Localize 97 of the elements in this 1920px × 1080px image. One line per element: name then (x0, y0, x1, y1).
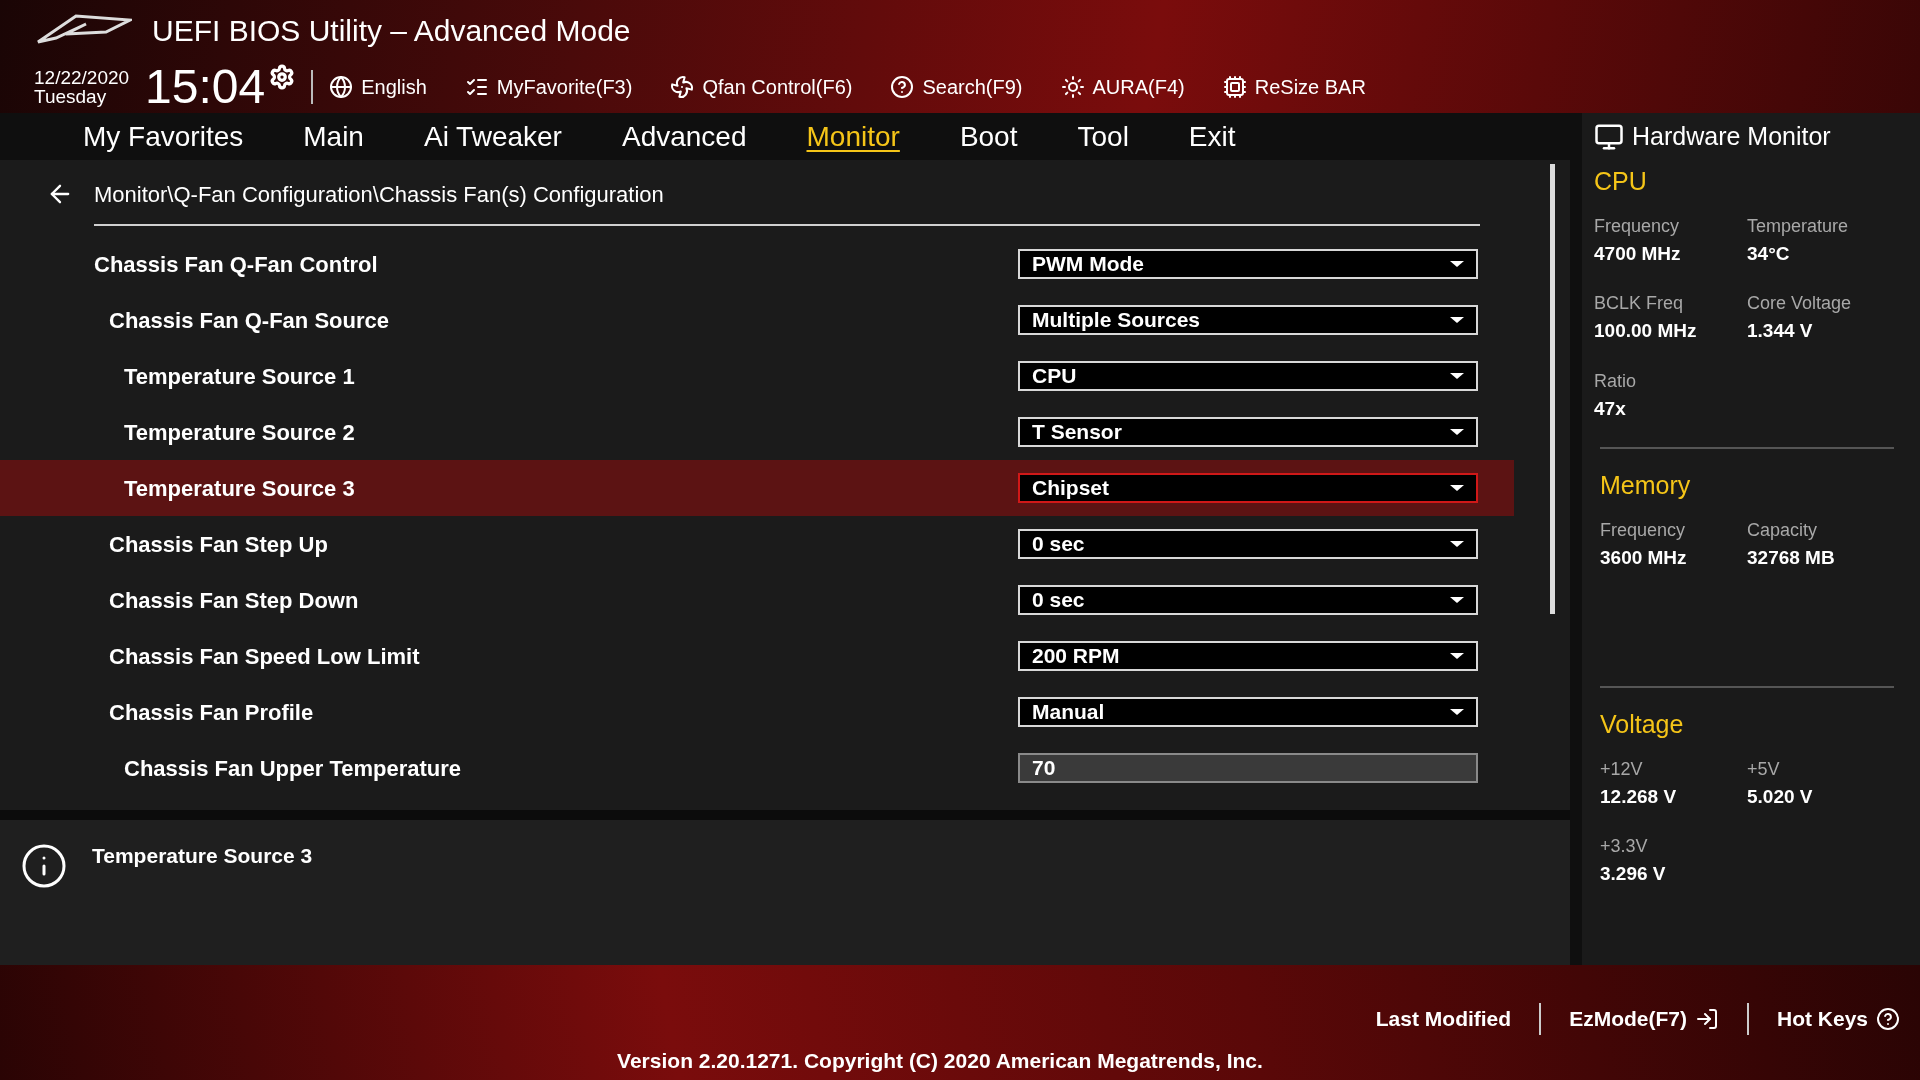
setting-label: Temperature Source 1 (124, 362, 355, 391)
menu-tab[interactable]: Exit (1188, 115, 1236, 158)
setting-label: Temperature Source 3 (124, 474, 355, 503)
menu-tab[interactable]: Ai Tweaker (423, 115, 562, 158)
dropdown[interactable]: 200 RPM (1018, 641, 1478, 671)
metric-value: 12.268 V (1600, 784, 1678, 809)
panel-title: Hardware Monitor (1632, 121, 1831, 153)
caret-icon (1450, 373, 1464, 379)
footer-button[interactable]: EzMode(F7) (1569, 1003, 1719, 1035)
section-title: Voltage (1600, 709, 1685, 740)
globe-icon (329, 74, 354, 99)
metric-label: Capacity (1747, 518, 1819, 542)
setting-row[interactable]: Chassis Fan Speed Low Limit 200 RPM (0, 628, 1514, 684)
caret-icon (1450, 653, 1464, 659)
metric-label: Ratio (1594, 369, 1638, 393)
setting-row[interactable]: Chassis Fan Step Down 0 sec (0, 572, 1514, 628)
metric-label: Frequency (1600, 518, 1687, 542)
menu-tab[interactable]: Advanced (621, 115, 747, 158)
setting-label: Chassis Fan Speed Low Limit (109, 642, 420, 671)
metric-value: 1.344 V (1747, 319, 1814, 343)
metric-value: 5.020 V (1747, 784, 1814, 809)
light-icon (1060, 74, 1085, 99)
setting-row[interactable]: Chassis Fan Q-Fan Control PWM Mode (0, 236, 1514, 292)
setting-label: Chassis Fan Q-Fan Source (109, 306, 389, 335)
footer-button[interactable]: Last Modified (1375, 1003, 1512, 1035)
setting-row[interactable]: Chassis Fan Q-Fan Source Multiple Sources (0, 292, 1514, 348)
metric-value: 34°C (1747, 241, 1791, 266)
metric-value: 3600 MHz (1600, 545, 1688, 570)
scrollbar[interactable] (1550, 164, 1555, 614)
dropdown[interactable]: T Sensor (1018, 417, 1478, 447)
setting-row[interactable]: Temperature Source 3 Chipset (0, 460, 1514, 516)
dropdown[interactable]: CPU (1018, 361, 1478, 391)
metric-value: 4700 MHz (1594, 241, 1682, 266)
info-icon (20, 842, 68, 890)
dropdown[interactable]: Manual (1018, 697, 1478, 727)
metric-label: +12V (1600, 757, 1644, 781)
help-icon (1876, 1007, 1900, 1031)
metric-label: +5V (1747, 757, 1781, 781)
input-field[interactable]: 70 (1018, 753, 1478, 783)
breadcrumb: Monitor\Q-Fan Configuration\Chassis Fan(s) Configuration (94, 180, 664, 209)
menu-tab[interactable]: Main (303, 115, 364, 158)
section-title: CPU (1594, 166, 1648, 197)
clock-time: 15:04 (145, 62, 266, 111)
footer-button[interactable]: Hot Keys (1776, 1003, 1900, 1035)
setting-label: Chassis Fan Upper Temperature (124, 754, 462, 783)
toolbar-button[interactable]: ReSize BAR (1222, 71, 1366, 102)
menu-tab[interactable]: Tool (1077, 115, 1129, 158)
menu-tab[interactable]: Boot (959, 115, 1018, 158)
metric-value: 100.00 MHz (1594, 319, 1698, 343)
caret-icon (1450, 485, 1464, 491)
setting-row[interactable]: Chassis Fan Step Up 0 sec (0, 516, 1514, 572)
setting-row[interactable]: Chassis Fan Upper Temperature 70 (0, 740, 1514, 796)
weekday: Tuesday (34, 86, 108, 106)
help-text: Temperature Source 3 (92, 843, 313, 869)
menu-tab[interactable]: My Favorites (83, 115, 244, 158)
caret-icon (1450, 261, 1464, 267)
version-text: Version 2.20.1271. Copyright (C) 2020 American Megatrends, Inc. (617, 1048, 1263, 1074)
fan-icon (670, 74, 695, 99)
exit-icon (1694, 1007, 1719, 1031)
setting-label: Chassis Fan Step Up (109, 530, 328, 559)
caret-icon (1450, 429, 1464, 435)
setting-row[interactable]: Chassis Fan Profile Manual (0, 684, 1514, 740)
section-title: Memory (1600, 470, 1692, 501)
setting-label: Chassis Fan Profile (109, 698, 314, 727)
monitor-icon (1594, 122, 1624, 152)
metric-label: Core Voltage (1747, 292, 1853, 315)
dropdown[interactable]: PWM Mode (1018, 249, 1478, 279)
setting-label: Chassis Fan Q-Fan Control (94, 250, 378, 279)
toolbar-button[interactable]: MyFavorite(F3) (464, 71, 633, 102)
dropdown[interactable]: Multiple Sources (1018, 305, 1478, 335)
dropdown[interactable]: 0 sec (1018, 529, 1478, 559)
chip-icon (1222, 74, 1247, 99)
metric-value: 32768 MB (1747, 545, 1836, 570)
caret-icon (1450, 709, 1464, 715)
caret-icon (1450, 597, 1464, 603)
dropdown[interactable]: 0 sec (1018, 585, 1478, 615)
setting-row[interactable]: Temperature Source 1 CPU (0, 348, 1514, 404)
metric-value: 47x (1594, 396, 1627, 421)
date: 12/22/2020 (34, 67, 130, 87)
metric-label: +3.3V (1600, 835, 1649, 858)
setting-label: Chassis Fan Step Down (109, 586, 359, 615)
caret-icon (1450, 317, 1464, 323)
menu-tab[interactable]: Monitor (806, 115, 900, 158)
window-title: UEFI BIOS Utility – Advanced Mode (152, 12, 631, 49)
toolbar-button[interactable]: AURA(F4) (1060, 71, 1185, 102)
dropdown[interactable]: Chipset (1018, 473, 1478, 503)
metric-label: Frequency (1594, 214, 1681, 238)
setting-label: Temperature Source 2 (124, 418, 355, 447)
toolbar-button[interactable]: Qfan Control(F6) (670, 71, 853, 102)
caret-icon (1450, 541, 1464, 547)
metric-label: BCLK Freq (1594, 292, 1685, 315)
toolbar-button[interactable]: English (329, 71, 427, 102)
setting-row[interactable]: Temperature Source 2 T Sensor (0, 404, 1514, 460)
metric-value: 3.296 V (1600, 862, 1667, 886)
toolbar-button[interactable]: Search(F9) (890, 71, 1023, 102)
metric-label: Temperature (1747, 214, 1850, 238)
settings-icon[interactable] (269, 64, 296, 90)
